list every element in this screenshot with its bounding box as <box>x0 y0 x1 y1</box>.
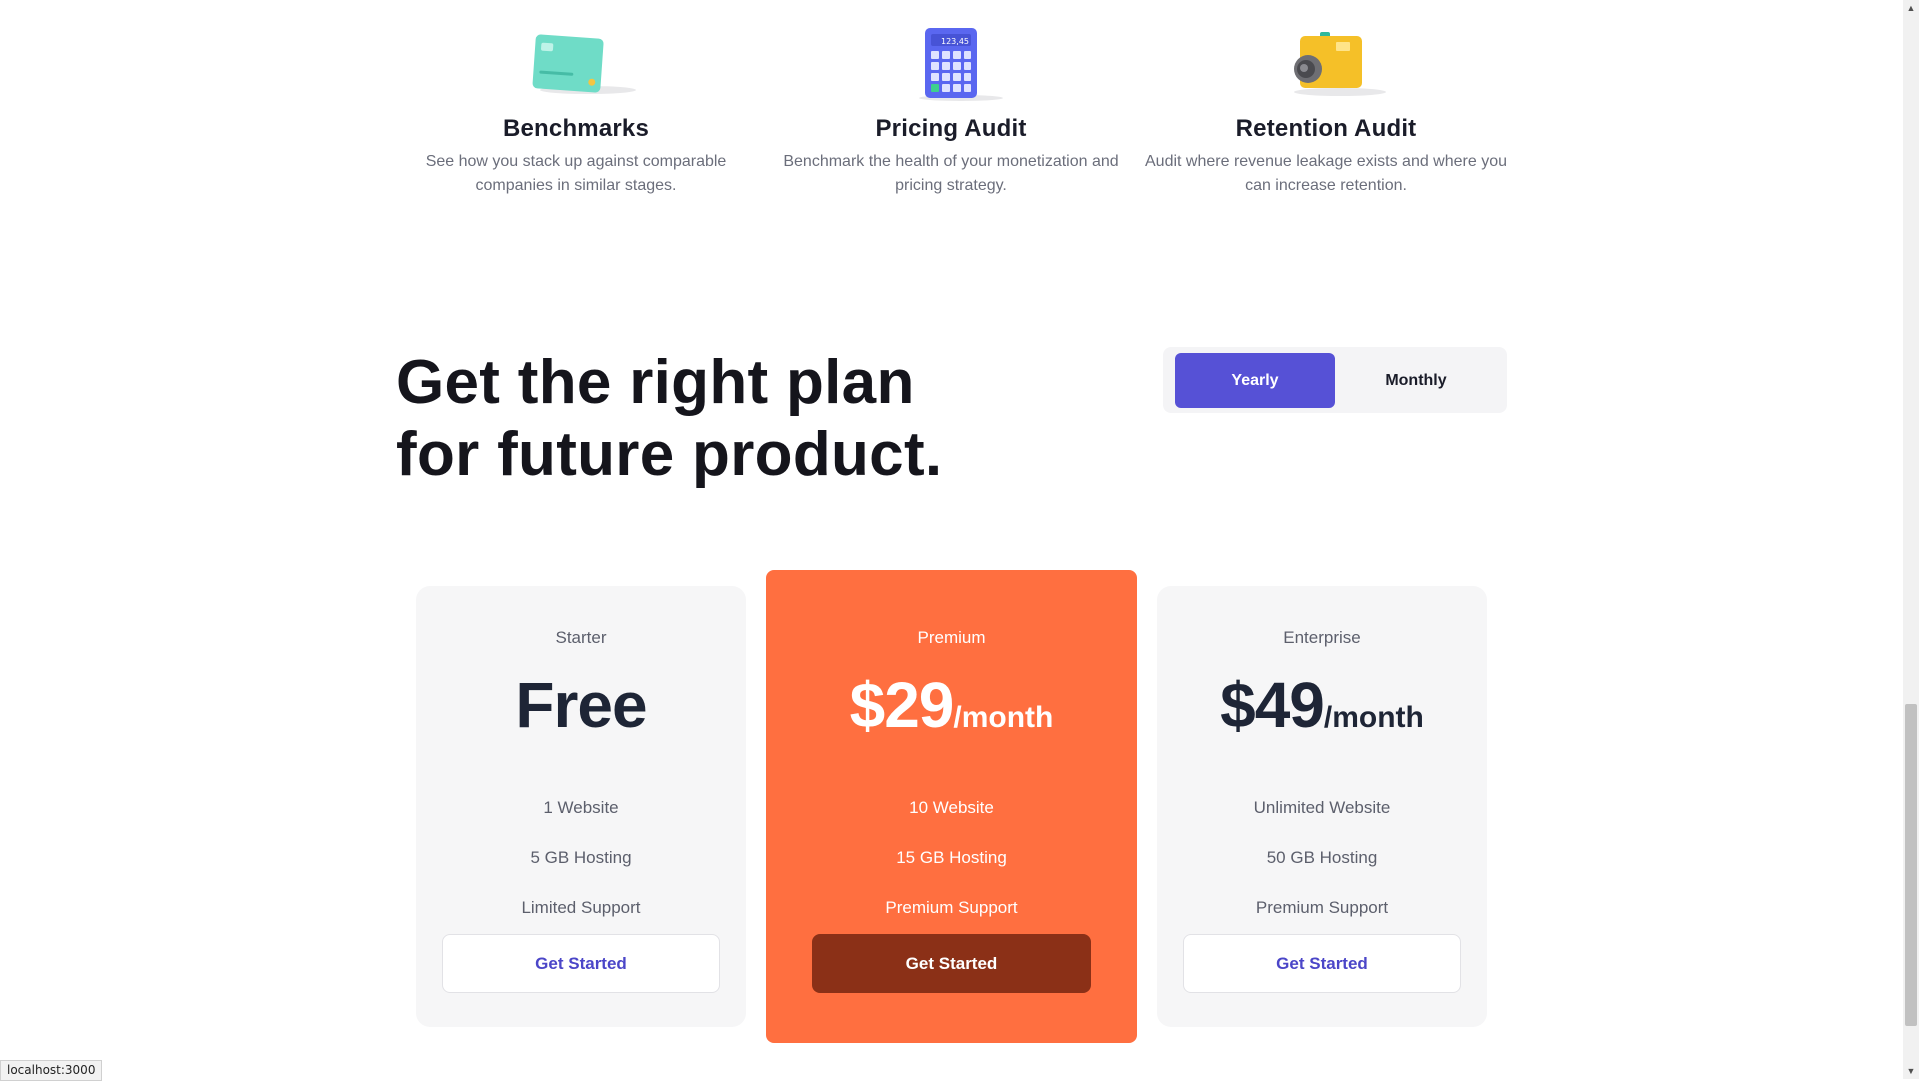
plan-feature: 10 Website <box>909 798 994 817</box>
vertical-scrollbar[interactable]: ▲ ▼ <box>1903 0 1919 1079</box>
plan-price: $29/month <box>766 668 1137 742</box>
price-period: /month <box>1323 701 1424 734</box>
plan-name: Starter <box>555 628 607 647</box>
credit-card-icon <box>516 24 636 104</box>
plan-feature: 15 GB Hosting <box>896 848 1007 867</box>
plan-name: Enterprise <box>1283 628 1361 647</box>
get-started-button[interactable]: Get Started <box>442 934 720 993</box>
get-started-button[interactable]: Get Started <box>812 934 1091 993</box>
scroll-down-arrow-icon[interactable]: ▼ <box>1903 1063 1919 1079</box>
price-amount: Free <box>515 669 647 741</box>
billing-period-toggle: Yearly Monthly <box>1163 347 1507 413</box>
plan-card-starter: Starter Free 1 Website 5 GB Hosting Limi… <box>416 586 746 1027</box>
feature-description: See how you stack up against comparable … <box>425 153 727 194</box>
pricing-heading-line-2: for future product. <box>396 420 943 489</box>
link-status-bar: localhost:3000 <box>0 1060 103 1081</box>
monthly-toggle-button[interactable]: Monthly <box>1336 353 1496 408</box>
plan-feature: Limited Support <box>521 898 641 917</box>
plan-card-enterprise: Enterprise $49/month Unlimited Website 5… <box>1157 586 1487 1027</box>
scroll-up-arrow-icon[interactable]: ▲ <box>1903 0 1919 16</box>
feature-description: Benchmark the health of your monetizatio… <box>783 153 1119 194</box>
price-amount: $29 <box>849 669 955 741</box>
plan-card-premium: Premium $29/month 10 Website 15 GB Hosti… <box>766 570 1137 1043</box>
feature-title: Retention Audit <box>1235 115 1417 142</box>
feature-title: Pricing Audit <box>875 115 1027 142</box>
plan-feature: 5 GB Hosting <box>530 848 632 867</box>
plan-price: Free <box>416 668 746 742</box>
yearly-toggle-button[interactable]: Yearly <box>1175 353 1335 408</box>
plan-feature: 50 GB Hosting <box>1266 848 1378 867</box>
plan-feature: Premium Support <box>1255 898 1389 917</box>
plan-feature: Premium Support <box>885 898 1018 917</box>
plan-feature: Unlimited Website <box>1253 798 1391 817</box>
page: Benchmarks See how you stack up against … <box>0 0 1903 1079</box>
pricing-heading-line-1: Get the right plan <box>396 348 915 417</box>
feature-description: Audit where revenue leakage exists and w… <box>1145 153 1507 194</box>
feature-title: Benchmarks <box>502 115 650 142</box>
price-amount: $49 <box>1220 669 1325 741</box>
plan-name: Premium <box>917 628 986 647</box>
scrollbar-thumb[interactable] <box>1905 704 1917 1026</box>
price-period: /month <box>953 701 1054 734</box>
svg-text:123,45: 123,45 <box>941 37 969 46</box>
get-started-button[interactable]: Get Started <box>1183 934 1461 993</box>
camera-icon <box>1266 24 1386 104</box>
calculator-icon: 123,45 <box>891 24 1011 104</box>
plan-feature: 1 Website <box>543 798 619 817</box>
pricing-heading: Get the right plan for future product. <box>396 347 1096 491</box>
plan-price: $49/month <box>1157 668 1487 742</box>
